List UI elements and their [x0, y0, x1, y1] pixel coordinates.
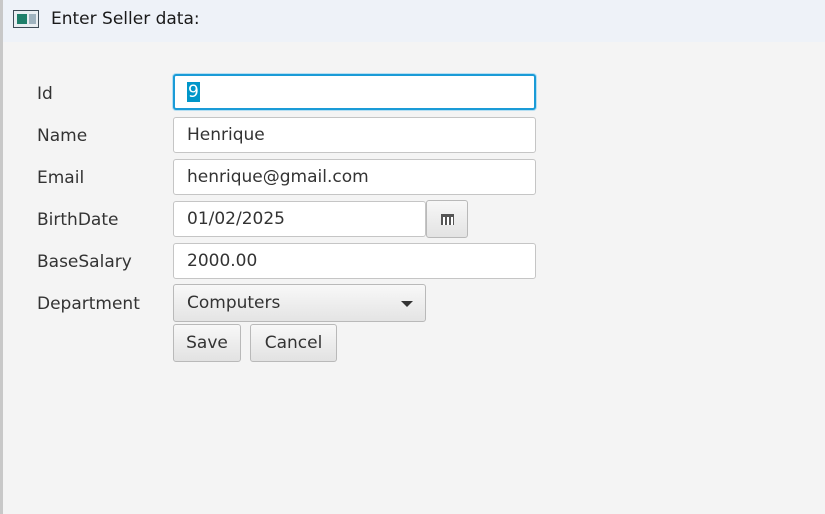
email-field[interactable]: henrique@gmail.com — [173, 159, 536, 195]
name-field[interactable]: Henrique — [173, 117, 536, 153]
basesalary-field[interactable]: 2000.00 — [173, 243, 536, 279]
id-value: 9 — [187, 82, 200, 102]
email-label: Email — [37, 168, 85, 188]
cancel-button[interactable]: Cancel — [250, 324, 337, 362]
window-edge — [0, 0, 3, 514]
save-button[interactable]: Save — [173, 324, 241, 362]
date-picker-button[interactable] — [426, 200, 468, 238]
id-field[interactable]: 9 — [173, 74, 536, 110]
java-app-icon — [13, 10, 39, 28]
name-label: Name — [37, 126, 88, 146]
department-selected-value: Computers — [187, 293, 281, 313]
department-label: Department — [37, 294, 140, 314]
department-combobox[interactable]: Computers — [173, 284, 426, 322]
calendar-icon — [441, 214, 454, 225]
chevron-down-icon — [401, 301, 413, 307]
birthdate-label: BirthDate — [37, 210, 119, 230]
window-title: Enter Seller data: — [51, 9, 200, 29]
birthdate-field[interactable]: 01/02/2025 — [173, 201, 426, 237]
basesalary-label: BaseSalary — [37, 252, 132, 272]
id-label: Id — [37, 84, 53, 104]
title-bar: Enter Seller data: — [3, 0, 825, 42]
